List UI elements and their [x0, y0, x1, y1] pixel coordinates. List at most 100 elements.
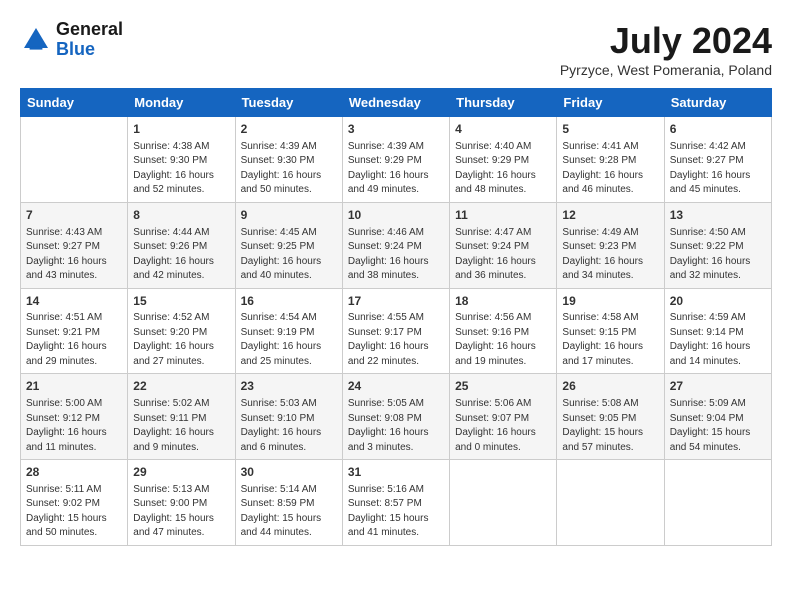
calendar-cell: 14Sunrise: 4:51 AMSunset: 9:21 PMDayligh… [21, 288, 128, 374]
column-header-thursday: Thursday [450, 89, 557, 117]
day-info: Sunrise: 4:54 AMSunset: 9:19 PMDaylight:… [241, 311, 337, 369]
day-info: Sunrise: 4:47 AMSunset: 9:24 PMDaylight:… [455, 226, 551, 284]
day-info: Sunrise: 4:58 AMSunset: 9:15 PMDaylight:… [562, 311, 658, 369]
day-info: Sunrise: 4:46 AMSunset: 9:24 PMDaylight:… [348, 226, 444, 284]
day-number: 11 [455, 207, 551, 224]
calendar-cell: 7 Sunrise: 4:43 AMSunset: 9:27 PMDaylight… [21, 202, 128, 288]
day-number: 15 [133, 293, 229, 310]
day-info: Sunrise: 4:52 AMSunset: 9:20 PMDaylight:… [133, 311, 229, 369]
day-number: 3 [348, 121, 444, 138]
calendar-cell: 24Sunrise: 5:05 AMSunset: 9:08 PMDayligh… [342, 374, 449, 460]
calendar-cell: 15Sunrise: 4:52 AMSunset: 9:20 PMDayligh… [128, 288, 235, 374]
day-number: 4 [455, 121, 551, 138]
column-header-monday: Monday [128, 89, 235, 117]
column-header-tuesday: Tuesday [235, 89, 342, 117]
day-info: Sunrise: 5:02 AMSunset: 9:11 PMDaylight:… [133, 397, 229, 455]
calendar-cell [450, 460, 557, 546]
calendar-cell: 20Sunrise: 4:59 AMSunset: 9:14 PMDayligh… [664, 288, 771, 374]
day-info: Sunrise: 5:08 AMSunset: 9:05 PMDaylight:… [562, 397, 658, 455]
day-number: 28 [26, 464, 122, 481]
calendar-cell: 12 Sunrise: 4:49 AMSunset: 9:23 PMDayligh… [557, 202, 664, 288]
page-header: General Blue July 2024 Pyrzyce, West Pom… [20, 20, 772, 78]
day-number: 9 [241, 207, 337, 224]
day-number: 1 [133, 121, 229, 138]
calendar-cell: 27 Sunrise: 5:09 AMSunset: 9:04 PMDayligh… [664, 374, 771, 460]
calendar-week-row: 1 Sunrise: 4:38 AMSunset: 9:30 PMDaylight… [21, 117, 772, 203]
calendar-week-row: 7 Sunrise: 4:43 AMSunset: 9:27 PMDaylight… [21, 202, 772, 288]
day-number: 12 [562, 207, 658, 224]
calendar-cell: 16Sunrise: 4:54 AMSunset: 9:19 PMDayligh… [235, 288, 342, 374]
column-header-wednesday: Wednesday [342, 89, 449, 117]
day-info: Sunrise: 5:06 AMSunset: 9:07 PMDaylight:… [455, 397, 551, 455]
calendar-cell: 25 Sunrise: 5:06 AMSunset: 9:07 PMDayligh… [450, 374, 557, 460]
day-number: 30 [241, 464, 337, 481]
column-header-saturday: Saturday [664, 89, 771, 117]
day-info: Sunrise: 4:55 AMSunset: 9:17 PMDaylight:… [348, 311, 444, 369]
day-info: Sunrise: 4:39 AMSunset: 9:29 PMDaylight:… [348, 140, 444, 198]
day-info: Sunrise: 4:38 AMSunset: 9:30 PMDaylight:… [133, 140, 229, 198]
calendar-cell: 28 Sunrise: 5:11 AMSunset: 9:02 PMDayligh… [21, 460, 128, 546]
day-number: 13 [670, 207, 766, 224]
title-block: July 2024 Pyrzyce, West Pomerania, Polan… [560, 20, 772, 78]
day-info: Sunrise: 4:44 AMSunset: 9:26 PMDaylight:… [133, 226, 229, 284]
day-info: Sunrise: 5:11 AMSunset: 9:02 PMDaylight:… [26, 483, 122, 541]
day-info: Sunrise: 4:45 AMSunset: 9:25 PMDaylight:… [241, 226, 337, 284]
calendar-cell: 3 Sunrise: 4:39 AMSunset: 9:29 PMDaylight… [342, 117, 449, 203]
calendar-week-row: 14Sunrise: 4:51 AMSunset: 9:21 PMDayligh… [21, 288, 772, 374]
day-number: 22 [133, 378, 229, 395]
calendar-cell: 10 Sunrise: 4:46 AMSunset: 9:24 PMDayligh… [342, 202, 449, 288]
logo: General Blue [20, 20, 123, 60]
day-number: 5 [562, 121, 658, 138]
calendar-table: SundayMondayTuesdayWednesdayThursdayFrid… [20, 88, 772, 546]
day-number: 8 [133, 207, 229, 224]
calendar-cell: 18Sunrise: 4:56 AMSunset: 9:16 PMDayligh… [450, 288, 557, 374]
calendar-cell: 6Sunrise: 4:42 AMSunset: 9:27 PMDaylight… [664, 117, 771, 203]
day-info: Sunrise: 5:05 AMSunset: 9:08 PMDaylight:… [348, 397, 444, 455]
day-info: Sunrise: 4:59 AMSunset: 9:14 PMDaylight:… [670, 311, 766, 369]
calendar-cell: 22 Sunrise: 5:02 AMSunset: 9:11 PMDayligh… [128, 374, 235, 460]
calendar-cell: 26 Sunrise: 5:08 AMSunset: 9:05 PMDayligh… [557, 374, 664, 460]
day-number: 20 [670, 293, 766, 310]
day-info: Sunrise: 5:00 AMSunset: 9:12 PMDaylight:… [26, 397, 122, 455]
calendar-cell: 8 Sunrise: 4:44 AMSunset: 9:26 PMDaylight… [128, 202, 235, 288]
day-info: Sunrise: 4:49 AMSunset: 9:23 PMDaylight:… [562, 226, 658, 284]
day-info: Sunrise: 5:13 AMSunset: 9:00 PMDaylight:… [133, 483, 229, 541]
day-number: 25 [455, 378, 551, 395]
day-number: 23 [241, 378, 337, 395]
calendar-cell [21, 117, 128, 203]
main-title: July 2024 [560, 20, 772, 62]
day-number: 19 [562, 293, 658, 310]
day-number: 17 [348, 293, 444, 310]
calendar-cell [557, 460, 664, 546]
day-number: 26 [562, 378, 658, 395]
calendar-cell: 19Sunrise: 4:58 AMSunset: 9:15 PMDayligh… [557, 288, 664, 374]
day-number: 2 [241, 121, 337, 138]
day-number: 14 [26, 293, 122, 310]
calendar-cell: 31Sunrise: 5:16 AMSunset: 8:57 PMDayligh… [342, 460, 449, 546]
calendar-cell: 23Sunrise: 5:03 AMSunset: 9:10 PMDayligh… [235, 374, 342, 460]
day-number: 29 [133, 464, 229, 481]
day-number: 7 [26, 207, 122, 224]
day-number: 27 [670, 378, 766, 395]
calendar-week-row: 28 Sunrise: 5:11 AMSunset: 9:02 PMDayligh… [21, 460, 772, 546]
day-info: Sunrise: 4:42 AMSunset: 9:27 PMDaylight:… [670, 140, 766, 198]
logo-icon [20, 24, 52, 56]
day-info: Sunrise: 4:50 AMSunset: 9:22 PMDaylight:… [670, 226, 766, 284]
logo-text: General Blue [56, 20, 123, 60]
day-info: Sunrise: 4:39 AMSunset: 9:30 PMDaylight:… [241, 140, 337, 198]
calendar-cell: 13 Sunrise: 4:50 AMSunset: 9:22 PMDayligh… [664, 202, 771, 288]
day-info: Sunrise: 4:41 AMSunset: 9:28 PMDaylight:… [562, 140, 658, 198]
calendar-cell: 5 Sunrise: 4:41 AMSunset: 9:28 PMDaylight… [557, 117, 664, 203]
day-number: 18 [455, 293, 551, 310]
day-info: Sunrise: 5:14 AMSunset: 8:59 PMDaylight:… [241, 483, 337, 541]
calendar-cell: 30 Sunrise: 5:14 AMSunset: 8:59 PMDayligh… [235, 460, 342, 546]
calendar-week-row: 21Sunrise: 5:00 AMSunset: 9:12 PMDayligh… [21, 374, 772, 460]
calendar-cell: 4 Sunrise: 4:40 AMSunset: 9:29 PMDaylight… [450, 117, 557, 203]
calendar-cell: 11 Sunrise: 4:47 AMSunset: 9:24 PMDayligh… [450, 202, 557, 288]
day-info: Sunrise: 4:40 AMSunset: 9:29 PMDaylight:… [455, 140, 551, 198]
day-info: Sunrise: 4:43 AMSunset: 9:27 PMDaylight:… [26, 226, 122, 284]
calendar-cell: 1 Sunrise: 4:38 AMSunset: 9:30 PMDaylight… [128, 117, 235, 203]
column-header-sunday: Sunday [21, 89, 128, 117]
day-number: 10 [348, 207, 444, 224]
day-info: Sunrise: 5:09 AMSunset: 9:04 PMDaylight:… [670, 397, 766, 455]
